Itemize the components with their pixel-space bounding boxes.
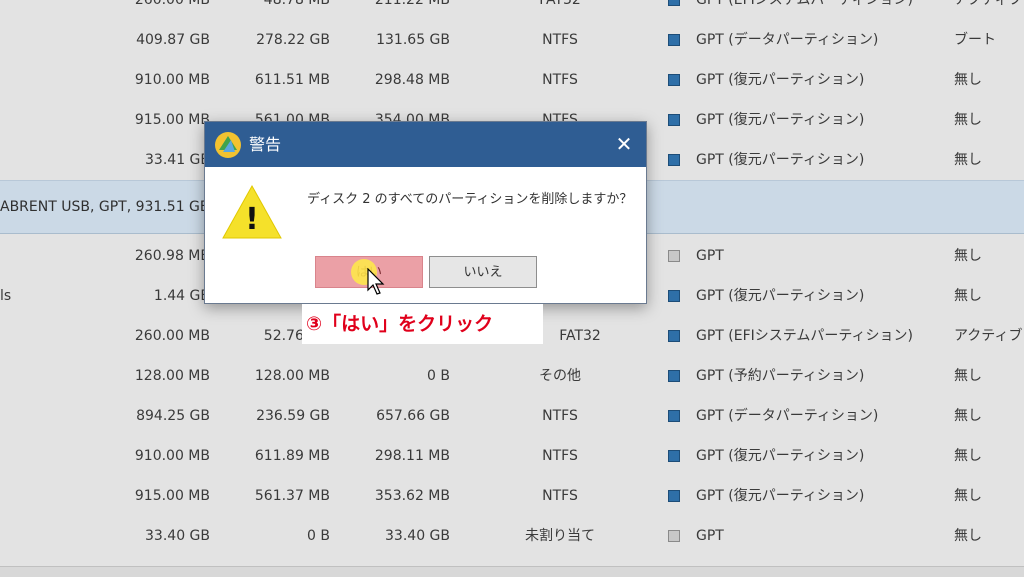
- free-cell: 0 B: [427, 368, 450, 384]
- partition-row[interactable]: 128.00 MB 128.00 MB 0 B その他 GPT (予約パーティシ…: [0, 356, 1024, 396]
- partition-color-square: [668, 34, 680, 46]
- status-cell: 無し: [954, 248, 982, 264]
- capacity-cell: 33.40 GB: [145, 528, 210, 544]
- status-cell: 無し: [954, 408, 982, 424]
- mouse-cursor-icon: [367, 268, 385, 295]
- status-cell: アクティブ: [954, 0, 1023, 8]
- status-cell: 無し: [954, 368, 982, 384]
- capacity-cell: 1.44 GB: [153, 288, 210, 304]
- warning-triangle-icon: !: [222, 184, 282, 239]
- filesystem-cell: NTFS: [542, 32, 578, 48]
- partition-row[interactable]: 915.00 MB 561.37 MB 353.62 MB NTFS GPT (…: [0, 476, 1024, 516]
- status-cell: ブート: [954, 32, 996, 48]
- capacity-cell: 128.00 MB: [134, 368, 210, 384]
- scroll-strip: [0, 566, 1024, 577]
- capacity-cell: 260.00 MB: [134, 0, 210, 8]
- dialog-title: 警告: [249, 135, 282, 154]
- status-cell: 無し: [954, 288, 982, 304]
- dialog-titlebar[interactable]: 警告 ✕: [205, 122, 646, 167]
- partition-color-square: [668, 74, 680, 86]
- type-cell: GPT (予約パーティション): [696, 368, 865, 384]
- close-icon[interactable]: ✕: [608, 128, 640, 160]
- capacity-cell: 894.25 GB: [136, 408, 210, 424]
- partition-name-cell: ls: [0, 288, 12, 304]
- partition-row[interactable]: 910.00 MB 611.51 MB 298.48 MB NTFS GPT (…: [0, 60, 1024, 100]
- free-cell: 211.22 MB: [374, 0, 450, 8]
- free-cell: 131.65 GB: [376, 32, 450, 48]
- app-logo-icon: [215, 132, 241, 158]
- type-cell: GPT (復元パーティション): [696, 72, 865, 88]
- partition-color-square: [668, 410, 680, 422]
- partition-color-square: [668, 0, 680, 6]
- filesystem-cell: FAT32: [539, 0, 581, 8]
- filesystem-cell: NTFS: [542, 488, 578, 504]
- partition-color-square: [668, 330, 680, 342]
- used-cell: 128.00 MB: [254, 368, 330, 384]
- type-cell: GPT (復元パーティション): [696, 152, 865, 168]
- partition-row[interactable]: 33.40 GB 0 B 33.40 GB 未割り当て GPT 無し: [0, 516, 1024, 556]
- partition-color-square: [668, 154, 680, 166]
- free-cell: 298.11 MB: [374, 448, 450, 464]
- free-cell: 33.40 GB: [385, 528, 450, 544]
- warning-glyph: !: [245, 202, 259, 237]
- used-cell: 611.89 MB: [254, 448, 330, 464]
- partition-color-square: [668, 450, 680, 462]
- capacity-cell: 910.00 MB: [134, 448, 210, 464]
- type-cell: GPT (データパーティション): [696, 408, 879, 424]
- filesystem-cell: 未割り当て: [525, 528, 595, 544]
- status-cell: 無し: [954, 152, 982, 168]
- capacity-cell: 915.00 MB: [134, 488, 210, 504]
- no-button[interactable]: いいえ: [429, 256, 537, 288]
- partition-row[interactable]: 894.25 GB 236.59 GB 657.66 GB NTFS GPT (…: [0, 396, 1024, 436]
- filesystem-cell: その他: [539, 368, 581, 384]
- warning-dialog: 警告 ✕ ! ディスク 2 のすべてのパーティションを削除しますか？ はい いい…: [204, 121, 647, 304]
- filesystem-cell: NTFS: [542, 72, 578, 88]
- used-cell: 236.59 GB: [256, 408, 330, 424]
- type-cell: GPT (復元パーティション): [696, 488, 865, 504]
- partition-color-square: [668, 250, 680, 262]
- partition-color-square: [668, 290, 680, 302]
- status-cell: 無し: [954, 72, 982, 88]
- dialog-message: ディスク 2 のすべてのパーティションを削除しますか？: [307, 192, 633, 207]
- type-cell: GPT: [696, 248, 724, 264]
- free-cell: 298.48 MB: [374, 72, 450, 88]
- used-cell: 611.51 MB: [254, 72, 330, 88]
- disk-label: ABRENT USB, GPT, 931.51 GB): [0, 199, 215, 215]
- type-cell: GPT: [696, 528, 724, 544]
- partition-color-square: [668, 490, 680, 502]
- capacity-cell: 910.00 MB: [134, 72, 210, 88]
- status-cell: 無し: [954, 112, 982, 128]
- free-cell: 657.66 GB: [376, 408, 450, 424]
- type-cell: GPT (EFIシステムパーティション): [696, 328, 913, 344]
- partition-row[interactable]: 910.00 MB 611.89 MB 298.11 MB NTFS GPT (…: [0, 436, 1024, 476]
- used-cell: 0 B: [307, 528, 330, 544]
- partition-row[interactable]: 260.00 MB 48.78 MB 211.22 MB FAT32 GPT (…: [0, 0, 1024, 20]
- instruction-annotation: ③「はい」をクリック: [302, 304, 543, 344]
- partition-row[interactable]: 409.87 GB 278.22 GB 131.65 GB NTFS GPT (…: [0, 20, 1024, 60]
- type-cell: GPT (復元パーティション): [696, 112, 865, 128]
- capacity-cell: 33.41 GB: [145, 152, 210, 168]
- status-cell: 無し: [954, 488, 982, 504]
- partition-color-square: [668, 114, 680, 126]
- partition-color-square: [668, 530, 680, 542]
- free-cell: 353.62 MB: [374, 488, 450, 504]
- capacity-cell: 260.00 MB: [134, 328, 210, 344]
- partition-color-square: [668, 370, 680, 382]
- capacity-cell: 915.00 MB: [134, 112, 210, 128]
- type-cell: GPT (復元パーティション): [696, 448, 865, 464]
- type-cell: GPT (EFIシステムパーティション): [696, 0, 913, 8]
- type-cell: GPT (復元パーティション): [696, 288, 865, 304]
- status-cell: 無し: [954, 528, 982, 544]
- used-cell: 561.37 MB: [254, 488, 330, 504]
- capacity-cell: 260.98 MB: [134, 248, 210, 264]
- used-cell: 48.78 MB: [263, 0, 330, 8]
- filesystem-cell: NTFS: [542, 448, 578, 464]
- filesystem-cell: NTFS: [542, 408, 578, 424]
- capacity-cell: 409.87 GB: [136, 32, 210, 48]
- used-cell: 278.22 GB: [256, 32, 330, 48]
- status-cell: 無し: [954, 448, 982, 464]
- status-cell: アクティブ: [954, 328, 1023, 344]
- type-cell: GPT (データパーティション): [696, 32, 879, 48]
